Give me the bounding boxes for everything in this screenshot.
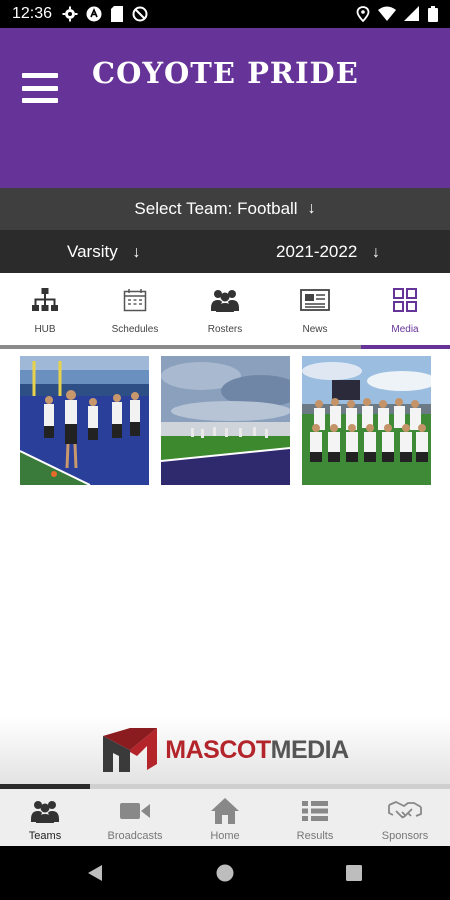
season-value: 2021-2022 — [276, 242, 358, 261]
home-circle-icon[interactable] — [216, 864, 234, 882]
tab-label: Schedules — [111, 324, 159, 335]
wifi-icon — [378, 6, 396, 21]
menu-icon[interactable] — [22, 73, 58, 103]
tab-label: News — [302, 324, 328, 335]
signal-icon — [404, 6, 419, 21]
sponsor-name-part1: MASCOT — [165, 735, 271, 764]
nav-label: Sponsors — [381, 830, 429, 842]
app-header: COYOTE PRIDE — [0, 28, 450, 188]
home-icon — [210, 796, 240, 826]
video-camera-icon — [120, 796, 150, 826]
level-selector[interactable]: Varsity ↓ — [67, 242, 140, 262]
arrow-down-icon: ↓ — [372, 244, 381, 261]
tab-hub[interactable]: HUB — [0, 273, 90, 345]
nav-label: Broadcasts — [107, 830, 163, 842]
teams-icon — [31, 796, 59, 826]
blocked-icon — [132, 6, 148, 22]
newspaper-icon — [300, 287, 330, 313]
media-photo-2[interactable] — [161, 356, 290, 485]
status-time: 12:36 — [12, 5, 53, 22]
nav-label: Teams — [28, 830, 62, 842]
tab-rosters[interactable]: Rosters — [180, 273, 270, 345]
media-photo-1[interactable] — [20, 356, 149, 485]
mascot-media-logo-icon — [103, 728, 158, 772]
section-tabs: HUB Schedules Rosters News Media — [0, 273, 450, 345]
battery-icon — [428, 6, 438, 22]
media-grid — [20, 356, 431, 485]
filter-bar: Varsity ↓ 2021-2022 ↓ — [0, 230, 450, 273]
arrow-down-icon: ↓ — [132, 244, 141, 261]
sponsor-name-part2: MEDIA — [270, 735, 350, 764]
back-icon[interactable] — [86, 864, 104, 882]
recents-icon[interactable] — [346, 865, 362, 881]
nav-results[interactable]: Results — [270, 789, 360, 846]
nav-sponsors[interactable]: Sponsors — [360, 789, 450, 846]
tab-schedules[interactable]: Schedules — [90, 273, 180, 345]
bottom-nav: Teams Broadcasts Home Results Sponsors — [0, 789, 450, 846]
level-value: Varsity — [67, 242, 118, 261]
team-selector[interactable]: Select Team: Football ↓ — [0, 188, 450, 230]
handshake-icon — [388, 796, 422, 826]
grid-icon — [393, 287, 417, 313]
sponsor-banner[interactable]: MASCOTMEDIA — [0, 716, 450, 784]
nav-label: Home — [210, 830, 240, 842]
hierarchy-icon — [32, 287, 58, 313]
a-circle-icon — [86, 6, 102, 22]
list-icon — [302, 796, 328, 826]
team-selector-value: Football — [237, 199, 298, 218]
nav-broadcasts[interactable]: Broadcasts — [90, 789, 180, 846]
tab-label: Media — [391, 324, 419, 335]
status-right-icons — [356, 6, 438, 22]
screen: 12:36 COYOTE PRIDE Select Team: Football… — [0, 0, 450, 900]
sd-card-icon — [111, 6, 124, 22]
tab-label: HUB — [34, 324, 56, 335]
tab-media[interactable]: Media — [360, 273, 450, 345]
calendar-icon — [123, 287, 147, 313]
nav-home[interactable]: Home — [180, 789, 270, 846]
sponsor-name: MASCOTMEDIA — [165, 735, 350, 765]
settings-icon — [62, 6, 78, 22]
tab-label: Rosters — [207, 324, 243, 335]
group-icon — [211, 287, 239, 313]
status-left-icons — [62, 6, 148, 22]
nav-teams[interactable]: Teams — [0, 789, 90, 846]
active-tab-indicator — [361, 345, 450, 349]
media-photo-3[interactable] — [302, 356, 431, 485]
app-title: COYOTE PRIDE — [92, 56, 359, 90]
nav-label: Results — [296, 830, 334, 842]
tab-news[interactable]: News — [270, 273, 360, 345]
season-selector[interactable]: 2021-2022 ↓ — [276, 242, 380, 262]
android-nav-bar — [0, 846, 450, 900]
team-selector-prefix: Select Team: — [134, 199, 233, 218]
arrow-down-icon: ↓ — [307, 200, 316, 217]
status-bar: 12:36 — [0, 0, 450, 28]
location-icon — [356, 6, 370, 22]
